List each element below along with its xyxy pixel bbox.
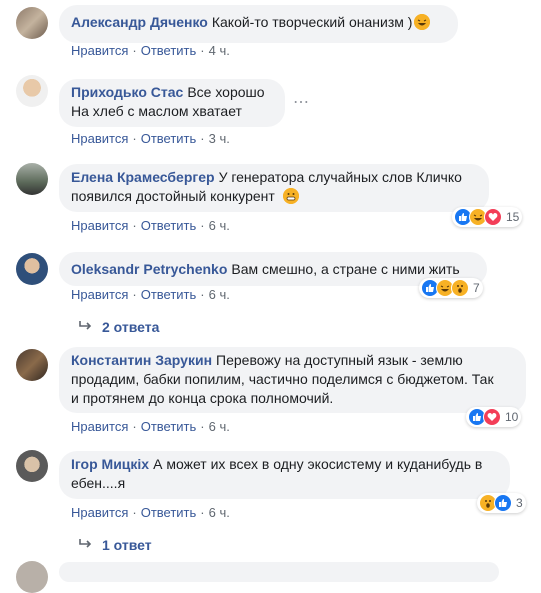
reaction-summary[interactable]: 3	[477, 493, 526, 513]
comment-time[interactable]: 6 ч.	[209, 419, 230, 434]
reply-link[interactable]: Ответить	[141, 287, 197, 302]
comment-actions: Нравится · Ответить · 6 ч.	[71, 218, 230, 233]
comment-text: На хлеб с маслом хватает	[71, 103, 242, 119]
reaction-count: 10	[505, 410, 519, 424]
view-replies-link[interactable]: 1 ответ	[78, 536, 152, 554]
reply-link[interactable]: Ответить	[141, 131, 197, 146]
like-link[interactable]: Нравится	[71, 218, 128, 233]
comment-bubble	[59, 562, 499, 582]
reaction-count: 15	[506, 210, 520, 224]
comment-actions: Нравится · Ответить · 6 ч.	[71, 287, 230, 302]
replies-count[interactable]: 1 ответ	[102, 537, 152, 553]
comment-author[interactable]: Приходько Стас	[71, 84, 183, 100]
avatar[interactable]	[16, 75, 48, 107]
comment-author[interactable]: Александр Дяченко	[71, 14, 208, 30]
like-link[interactable]: Нравится	[71, 505, 128, 520]
comment-text: А может их всех в одну экосистему и куда…	[153, 456, 483, 472]
reaction-summary[interactable]: 10	[466, 407, 522, 427]
love-icon	[483, 408, 501, 426]
reply-link[interactable]: Ответить	[141, 505, 197, 520]
reaction-summary[interactable]: 15	[452, 207, 523, 227]
comment-bubble: Константин Зарукин Перевожу на доступный …	[59, 347, 526, 413]
reply-link[interactable]: Ответить	[141, 43, 197, 58]
comment-author[interactable]: Oleksandr Petrychenko	[71, 261, 227, 277]
comment-text: появился достойный конкурент	[71, 188, 275, 204]
avatar[interactable]	[16, 450, 48, 482]
comment-actions: Нравится · Ответить · 6 ч.	[71, 419, 230, 434]
reaction-summary[interactable]: 7	[419, 278, 483, 298]
comment-text: продадим, бабки попилим, частично подели…	[71, 371, 494, 387]
reply-link[interactable]: Ответить	[141, 419, 197, 434]
avatar[interactable]	[16, 163, 48, 195]
avatar[interactable]	[16, 7, 48, 39]
comment-author[interactable]: Константин Зарукин	[71, 352, 212, 368]
reaction-count: 3	[516, 496, 523, 510]
avatar[interactable]	[16, 253, 48, 285]
comment-text: Все хорошо	[187, 84, 265, 100]
comment-text: Вам смешно, а стране с ними жить	[231, 261, 460, 277]
comment-text: Какой-то творческий онанизм )	[211, 14, 413, 30]
comment-time[interactable]: 6 ч.	[209, 287, 230, 302]
comment-actions: Нравится · Ответить · 3 ч.	[71, 131, 230, 146]
like-icon	[494, 494, 512, 512]
like-link[interactable]: Нравится	[71, 287, 128, 302]
reply-link[interactable]: Ответить	[141, 218, 197, 233]
wow-icon	[451, 279, 469, 297]
comment-bubble: Ігор Мицкіх А может их всех в одну экосис…	[59, 451, 510, 499]
laughing-emoji-icon	[414, 14, 431, 30]
comment-text: и протянем до конца срока полномочий.	[71, 390, 334, 406]
comment-author[interactable]: Елена Крамесбергер	[71, 169, 215, 185]
comment-bubble: Александр Дяченко Какой-то творческий она…	[59, 5, 458, 43]
comment-time[interactable]: 6 ч.	[209, 505, 230, 520]
comment-text: Перевожу на доступный язык - землю	[216, 352, 463, 368]
love-icon	[484, 208, 502, 226]
comment-time[interactable]: 3 ч.	[209, 131, 230, 146]
more-options-icon[interactable]: ⋯	[293, 95, 309, 111]
replies-count[interactable]: 2 ответа	[102, 319, 159, 335]
comment-text: ебен....я	[71, 475, 126, 491]
view-replies-link[interactable]: 2 ответа	[78, 318, 159, 336]
reaction-count: 7	[473, 281, 480, 295]
comment-text: У генератора случайных слов Кличко	[218, 169, 462, 185]
like-link[interactable]: Нравится	[71, 131, 128, 146]
reply-arrow-icon	[78, 536, 92, 554]
comment-time[interactable]: 6 ч.	[209, 218, 230, 233]
comment-actions: Нравится · Ответить · 4 ч.	[71, 43, 230, 58]
avatar[interactable]	[16, 349, 48, 381]
comment-bubble: Приходько Стас Все хорошо На хлеб с масло…	[59, 79, 285, 127]
grin-emoji-icon	[282, 188, 299, 204]
like-link[interactable]: Нравится	[71, 419, 128, 434]
comment-bubble: Елена Крамесбергер У генератора случайных…	[59, 164, 489, 212]
comment-actions: Нравится · Ответить · 6 ч.	[71, 505, 230, 520]
avatar[interactable]	[16, 561, 48, 593]
comment-time[interactable]: 4 ч.	[209, 43, 230, 58]
reply-arrow-icon	[78, 318, 92, 336]
comment-author[interactable]: Ігор Мицкіх	[71, 456, 149, 472]
like-link[interactable]: Нравится	[71, 43, 128, 58]
